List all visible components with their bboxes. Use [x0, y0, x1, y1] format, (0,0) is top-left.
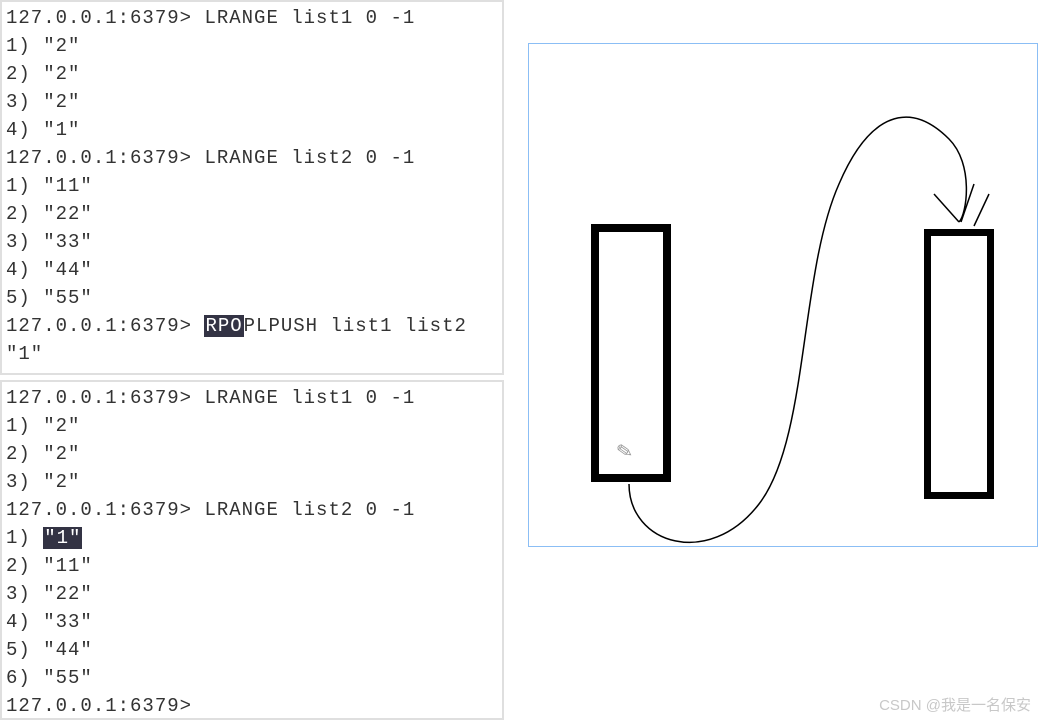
result-row: 4) "44": [6, 256, 498, 284]
cmd-line: 127.0.0.1:6379> LRANGE list1 0 -1: [6, 4, 498, 32]
prompt: 127.0.0.1:6379>: [6, 695, 192, 717]
result-row: 2) "2": [6, 440, 498, 468]
diagram-panel: ✎: [528, 43, 1038, 547]
command-text: LRANGE list2 0 -1: [204, 147, 415, 169]
prompt: 127.0.0.1:6379>: [6, 7, 192, 29]
prompt: 127.0.0.1:6379>: [6, 499, 192, 521]
result-row: 4) "1": [6, 116, 498, 144]
result-row: 3) "22": [6, 580, 498, 608]
result-row: 5) "44": [6, 636, 498, 664]
result-row: 2) "2": [6, 60, 498, 88]
result-row: 2) "22": [6, 200, 498, 228]
cmd-line: 127.0.0.1:6379> LRANGE list2 0 -1: [6, 496, 498, 524]
result-row: 3) "2": [6, 468, 498, 496]
prompt: 127.0.0.1:6379>: [6, 147, 192, 169]
result-row: 1) "2": [6, 412, 498, 440]
result-row: 6) "55": [6, 664, 498, 692]
list-box-right: [924, 229, 994, 499]
command-text: LRANGE list1 0 -1: [204, 387, 415, 409]
prompt: 127.0.0.1:6379>: [6, 387, 192, 409]
result-row: 3) "33": [6, 228, 498, 256]
result-row: 2) "11": [6, 552, 498, 580]
terminal-output-before: 127.0.0.1:6379> LRANGE list1 0 -1 1) "2"…: [0, 0, 504, 375]
command-text: LRANGE list1 0 -1: [204, 7, 415, 29]
command-text: LRANGE list2 0 -1: [204, 499, 415, 521]
result-row: 1) "1": [6, 524, 498, 552]
terminal-output-after: 127.0.0.1:6379> LRANGE list1 0 -1 1) "2"…: [0, 380, 504, 720]
result-row: 1) "11": [6, 172, 498, 200]
cmd-line: 127.0.0.1:6379> LRANGE list2 0 -1: [6, 144, 498, 172]
list-box-left: [591, 224, 671, 482]
cmd-line: 127.0.0.1:6379>: [6, 692, 498, 720]
command-text: PLPUSH list1 list2: [244, 315, 467, 337]
watermark-text: CSDN @我是一名保安: [879, 694, 1031, 715]
prompt: 127.0.0.1:6379>: [6, 315, 192, 337]
cmd-line: 127.0.0.1:6379> RPOPLPUSH list1 list2: [6, 312, 498, 340]
result-row: 4) "33": [6, 608, 498, 636]
result-row: 5) "55": [6, 284, 498, 312]
cmd-line: 127.0.0.1:6379> LRANGE list1 0 -1: [6, 384, 498, 412]
result-row: 1) "2": [6, 32, 498, 60]
result-row: 3) "2": [6, 88, 498, 116]
highlighted-value: "1": [43, 527, 82, 549]
result-row: "1": [6, 340, 498, 368]
highlighted-cmd-part: RPO: [204, 315, 243, 337]
